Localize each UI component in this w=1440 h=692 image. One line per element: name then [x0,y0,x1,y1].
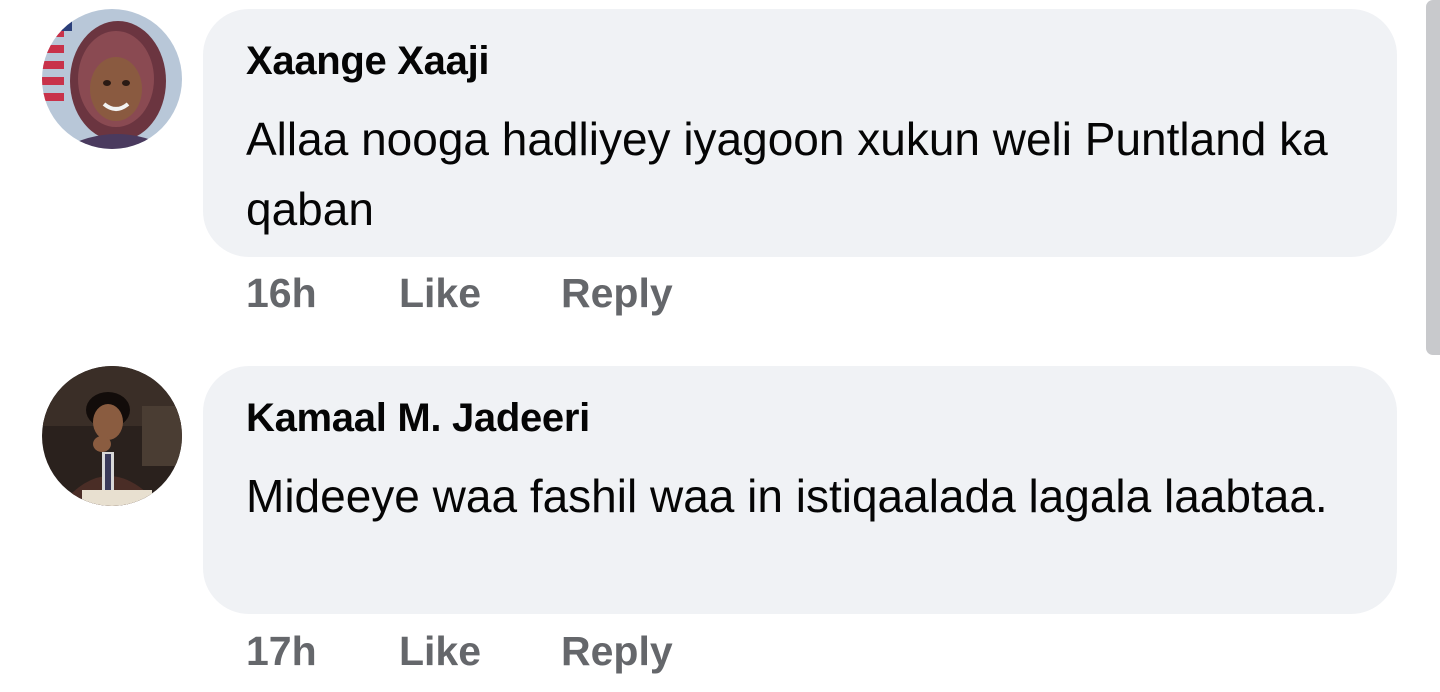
comment-author[interactable]: Kamaal M. Jadeeri [246,396,590,441]
comment-bubble: Xaange Xaaji Allaa nooga hadliyey iyagoo… [203,9,1397,257]
like-button[interactable]: Like [399,628,561,675]
reply-button[interactable]: Reply [561,270,673,317]
comment-text: Allaa nooga hadliyey iyagoon xukun weli … [246,113,1328,235]
like-button[interactable]: Like [399,270,561,317]
reply-button[interactable]: Reply [561,628,673,675]
profile-photo-icon [42,9,182,149]
avatar[interactable] [42,366,182,506]
avatar[interactable] [42,9,182,149]
scrollbar[interactable] [1426,0,1440,355]
comment-timestamp[interactable]: 17h [246,628,399,675]
comment-bubble: Kamaal M. Jadeeri Mideeye waa fashil waa… [203,366,1397,614]
profile-photo-icon [42,366,182,506]
comment-timestamp[interactable]: 16h [246,270,399,317]
comment-actions: 16h Like Reply [246,270,673,317]
comment-actions: 17h Like Reply [246,628,673,675]
comment-author[interactable]: Xaange Xaaji [246,39,490,84]
comment-text: Mideeye waa fashil waa in istiqaalada la… [246,470,1328,522]
